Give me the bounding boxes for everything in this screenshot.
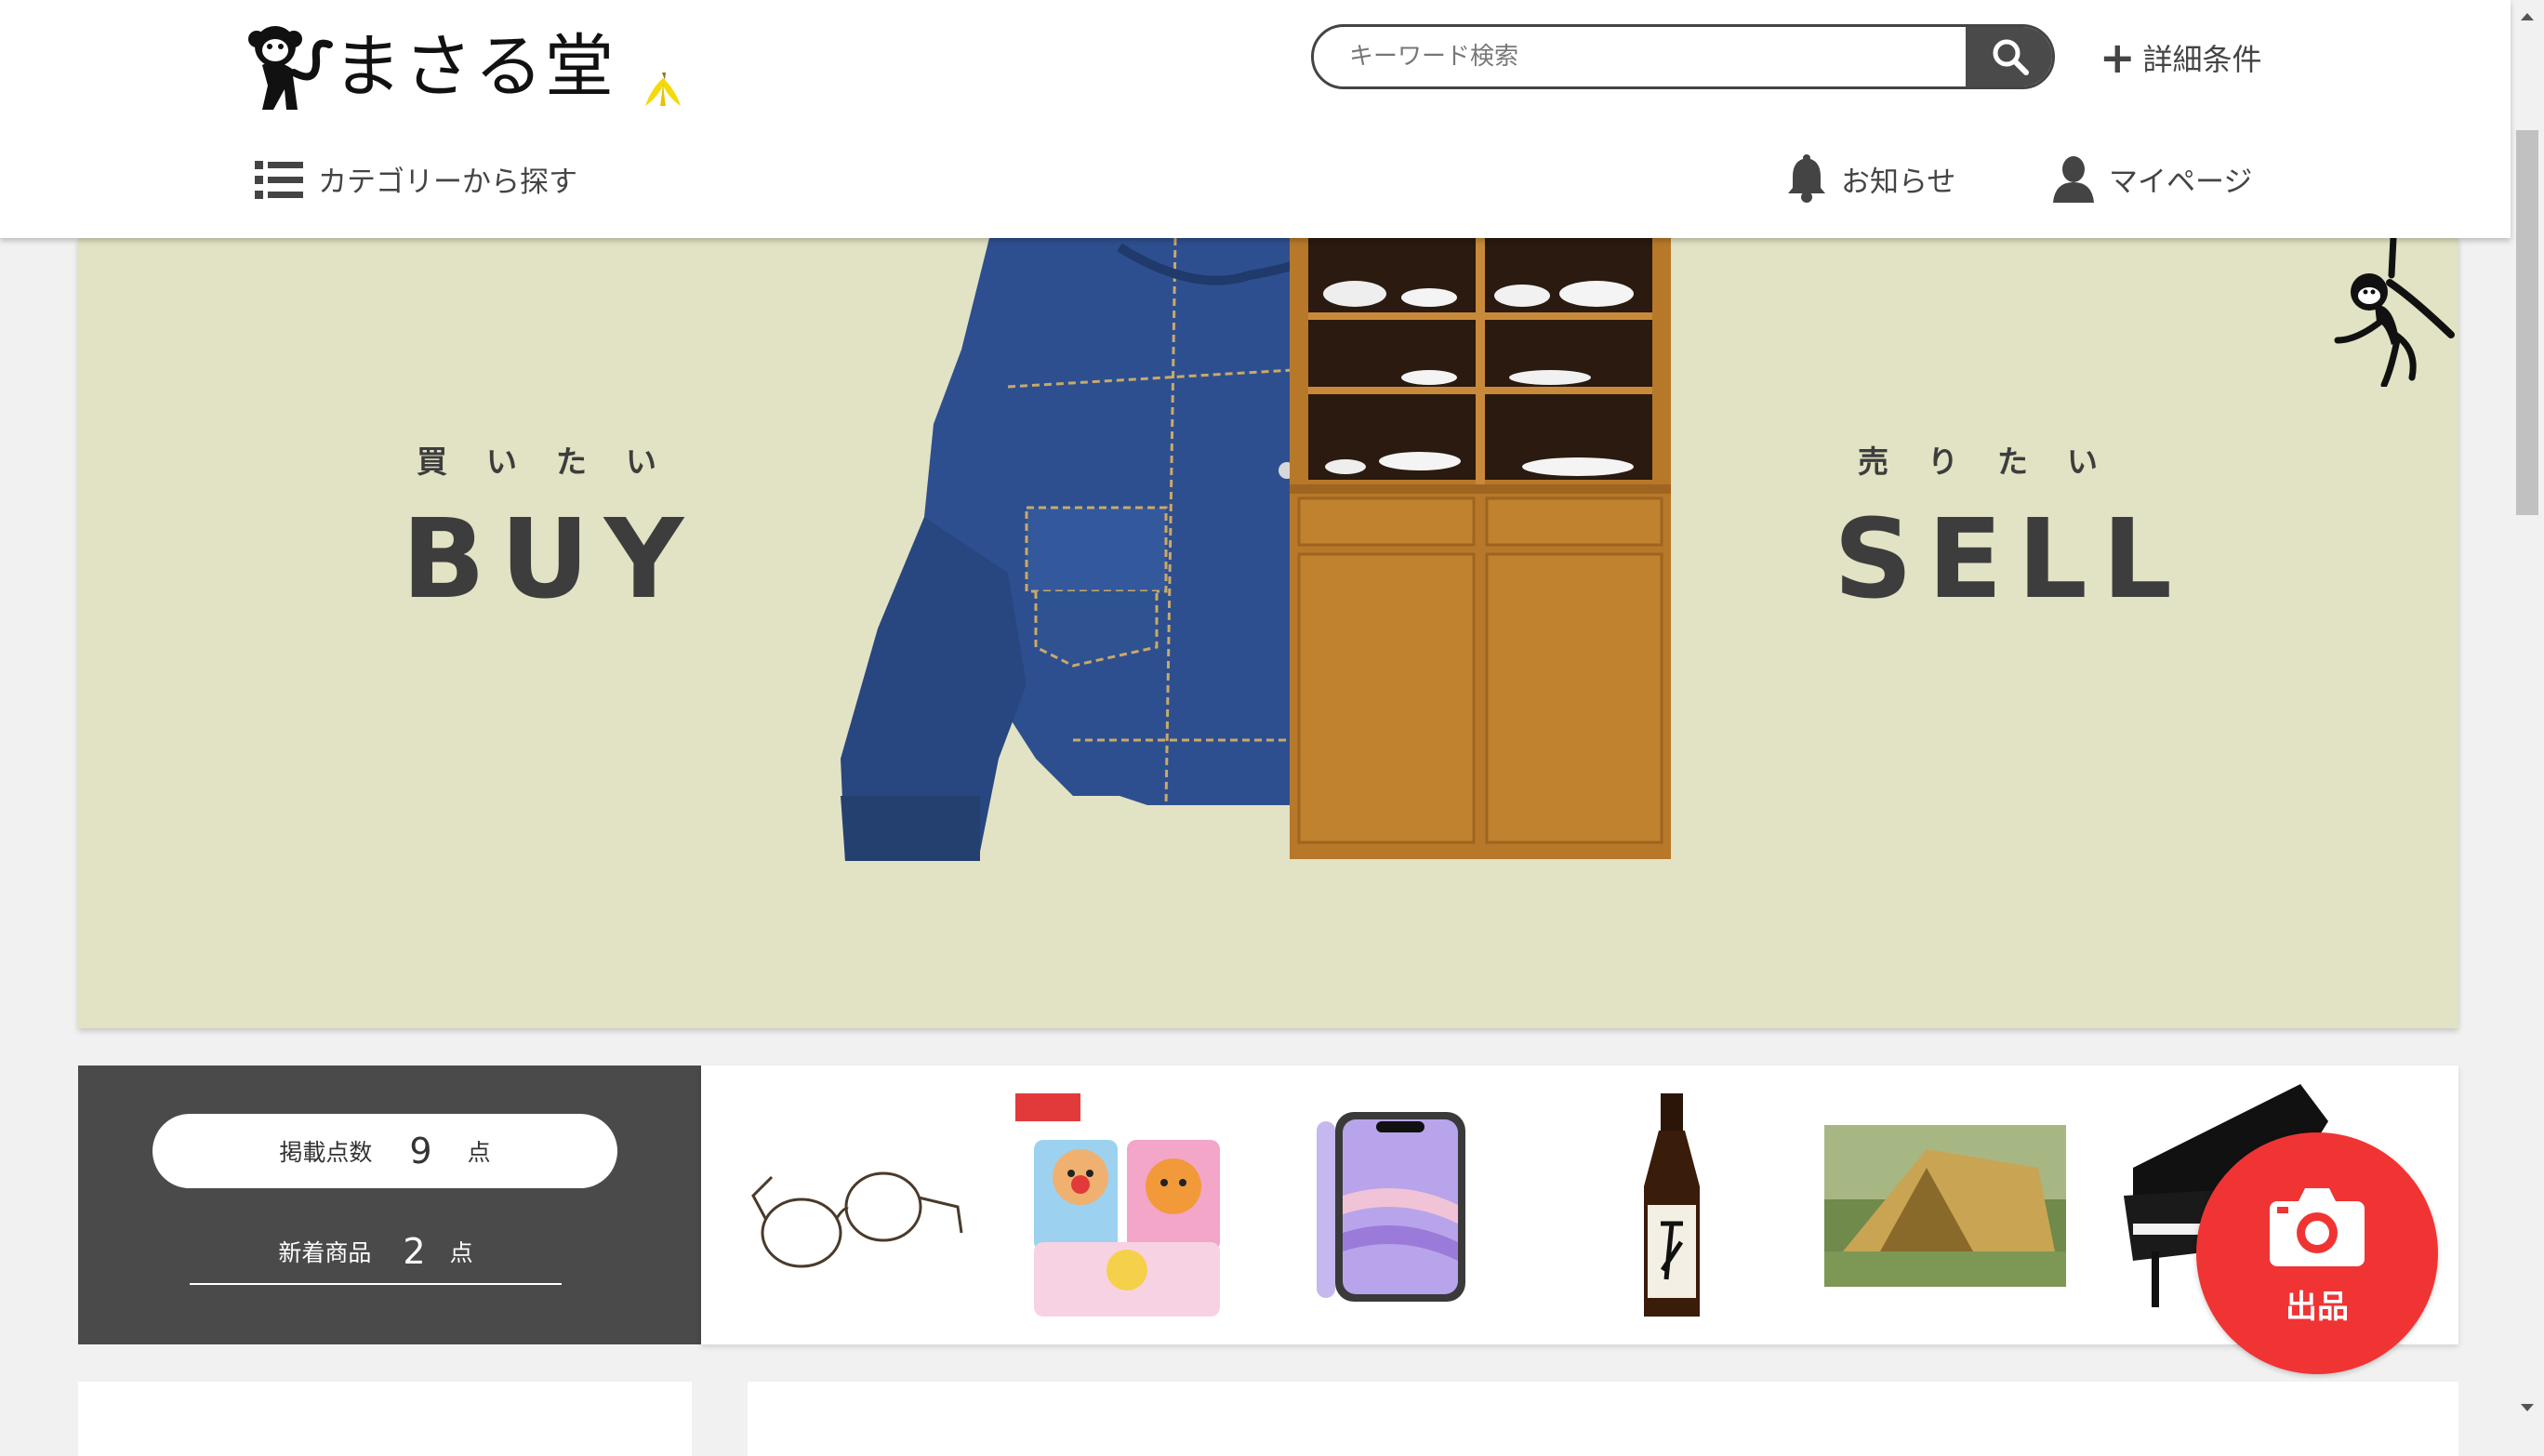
content-card-left <box>78 1382 692 1456</box>
listed-count-label: 掲載点数 <box>279 1139 373 1166</box>
category-menu-button[interactable]: カテゴリーから探す <box>255 158 577 200</box>
plus-icon: + <box>2100 33 2136 83</box>
search-input[interactable] <box>1314 27 1966 86</box>
bell-icon <box>1788 154 1825 203</box>
tent-icon[interactable] <box>1824 1084 2066 1326</box>
denim-jacket-image <box>841 238 1343 861</box>
buy-subtitle: 買いたい <box>417 443 696 480</box>
listed-count-pill: 掲載点数 9 点 <box>152 1114 617 1188</box>
new-items-link[interactable]: 新着商品 2 点 <box>190 1220 562 1285</box>
mypage-label: マイページ <box>2109 165 2253 199</box>
notice-label: お知らせ <box>1841 165 1956 199</box>
search-icon <box>1993 39 2029 75</box>
banana-icon <box>645 73 681 106</box>
new-items-label: 新着商品 <box>278 1239 372 1266</box>
sell-title[interactable]: SELL <box>1834 495 2187 623</box>
stats-panel: 掲載点数 9 点 新着商品 2 点 <box>78 1066 701 1344</box>
listed-count-unit: 点 <box>467 1139 491 1166</box>
monkey-logo-icon <box>248 26 333 110</box>
wooden-cabinet-image <box>1290 238 1671 859</box>
smartphone-icon[interactable] <box>1279 1084 1521 1326</box>
mypage-link[interactable]: マイページ <box>2051 154 2252 203</box>
new-items-value: 2 <box>403 1231 426 1272</box>
sell-button-label: 出品 <box>2286 1289 2349 1326</box>
anpanman-toys-icon[interactable] <box>1006 1084 1248 1326</box>
category-menu-label: カテゴリーから探す <box>318 165 577 199</box>
logo-text: まさる堂 <box>333 27 616 107</box>
notice-link[interactable]: お知らせ <box>1785 154 1955 203</box>
list-icon <box>255 160 303 199</box>
search-box <box>1311 24 2055 89</box>
user-icon <box>2053 156 2094 203</box>
sell-button[interactable]: 出品 <box>2196 1132 2438 1374</box>
site-header: まさる堂 + 詳細条件 カテゴリーから探す <box>0 0 2511 238</box>
sell-subtitle: 売りたい <box>1858 443 2137 480</box>
camera-icon <box>2270 1188 2365 1266</box>
detail-label: 詳細条件 <box>2142 42 2262 77</box>
product-carousel <box>701 1066 2458 1344</box>
hero-banner[interactable]: 買いたい BUY 売りたい SELL <box>78 238 2458 1028</box>
search-button[interactable] <box>1966 27 2052 86</box>
listed-count-value: 9 <box>409 1131 432 1171</box>
new-items-unit: 点 <box>449 1239 473 1266</box>
detail-search-link[interactable]: + 詳細条件 <box>2100 33 2262 82</box>
sake-bottle-icon[interactable] <box>1551 1084 1793 1326</box>
buy-title[interactable]: BUY <box>402 495 698 623</box>
content-card-right <box>748 1382 2458 1456</box>
glasses-icon[interactable] <box>735 1084 976 1326</box>
scrollbar[interactable] <box>2511 0 2544 1424</box>
scrollbar-thumb[interactable] <box>2516 130 2538 515</box>
scroll-up-arrow-icon[interactable] <box>2511 0 2544 33</box>
hanging-monkey-icon <box>2334 238 2455 387</box>
site-logo[interactable]: まさる堂 <box>244 20 684 113</box>
scroll-down-arrow-icon[interactable] <box>2511 1391 2544 1424</box>
